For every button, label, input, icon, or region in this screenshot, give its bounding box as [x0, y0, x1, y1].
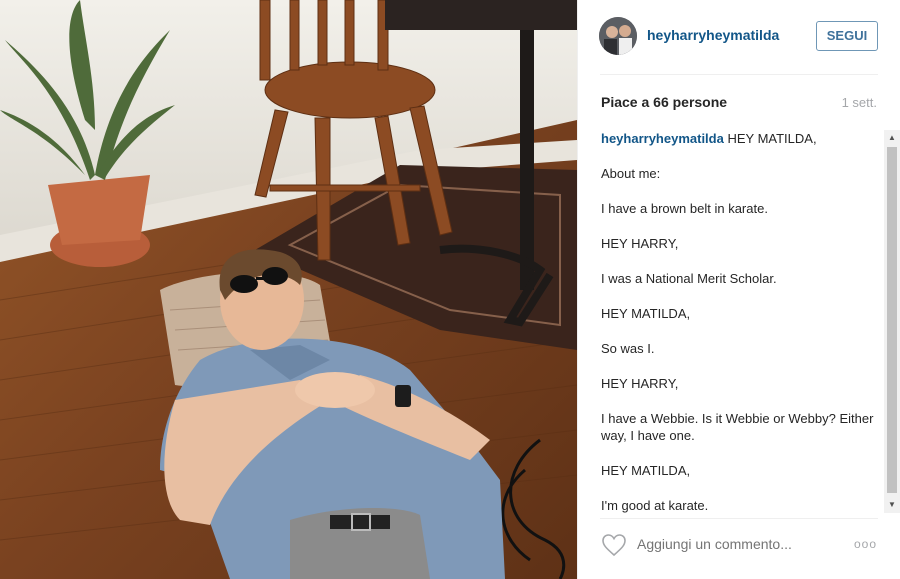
caption-line: So was I. — [601, 341, 655, 356]
caption-line: I was a National Merit Scholar. — [601, 271, 777, 286]
caption-line: HEY MATILDA, — [601, 306, 691, 321]
username-link[interactable]: heyharryheymatilda — [647, 27, 779, 43]
caption-scrollbar[interactable]: ▲ ▼ — [884, 130, 900, 513]
heart-icon[interactable] — [601, 533, 627, 557]
caption-first-line: heyharryheymatilda HEY MATILDA, — [601, 130, 881, 147]
follow-button[interactable]: SEGUI — [816, 21, 878, 51]
post-header: heyharryheymatilda SEGUI — [578, 0, 900, 74]
post-time[interactable]: 1 sett. — [842, 95, 877, 110]
likes-count[interactable]: Piace a 66 persone — [601, 94, 727, 110]
post-photo[interactable] — [0, 0, 577, 579]
caption-line: I have a Webbie. Is it Webbie or Webby? … — [601, 411, 874, 443]
avatar[interactable] — [599, 17, 637, 55]
more-options-icon[interactable]: ooo — [854, 537, 877, 551]
post-panel: heyharryheymatilda SEGUI Piace a 66 pers… — [577, 0, 900, 579]
scrollbar-thumb[interactable] — [887, 147, 897, 493]
caption-line: I'm good at karate. — [601, 498, 709, 513]
caption-line: HEY HARRY, — [601, 376, 679, 391]
footer-divider — [600, 518, 878, 519]
header-divider — [600, 74, 878, 75]
scroll-up-arrow-icon[interactable]: ▲ — [884, 130, 900, 146]
comment-input[interactable] — [637, 536, 837, 552]
caption-scroll-area[interactable]: heyharryheymatilda HEY MATILDA, About me… — [601, 130, 881, 513]
caption-line: About me: — [601, 166, 661, 181]
caption-author-link[interactable]: heyharryheymatilda — [601, 131, 724, 146]
caption-line: HEY MATILDA, — [601, 463, 691, 478]
caption-line: HEY HARRY, — [601, 236, 679, 251]
caption-line: I have a brown belt in karate. — [601, 201, 768, 216]
caption-first-text: HEY MATILDA, — [727, 131, 817, 146]
scroll-down-arrow-icon[interactable]: ▼ — [884, 497, 900, 513]
